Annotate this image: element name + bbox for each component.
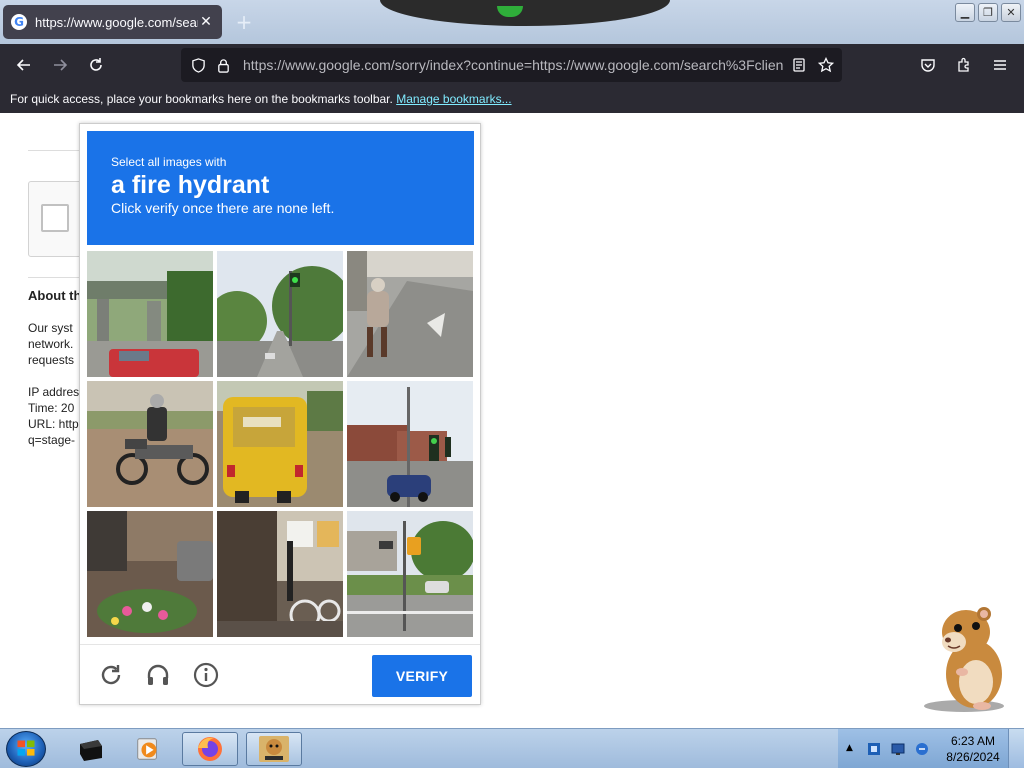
hamster-app-icon[interactable]: [246, 732, 302, 766]
bookmarks-hint-text: For quick access, place your bookmarks h…: [10, 92, 393, 106]
bookmarks-toolbar: For quick access, place your bookmarks h…: [0, 86, 1024, 113]
back-arrow-icon[interactable]: [11, 52, 37, 78]
navigation-toolbar: https://www.google.com/sorry/index?conti…: [0, 44, 1024, 86]
windows-taskbar: ▲ 6:23 AM 8/26/2024: [0, 728, 1024, 768]
address-bar[interactable]: https://www.google.com/sorry/index?conti…: [181, 48, 842, 82]
captcha-tile-9[interactable]: [347, 511, 473, 637]
tab-close-icon[interactable]: ✕: [198, 14, 214, 30]
recaptcha-challenge-dialog: Select all images with a fire hydrant Cl…: [79, 123, 481, 705]
hamburger-menu-icon[interactable]: [987, 52, 1013, 78]
restore-window-button[interactable]: ❐: [978, 3, 998, 22]
taskbar-clock[interactable]: 6:23 AM 8/26/2024: [940, 733, 1006, 765]
bookmark-star-icon[interactable]: [817, 56, 835, 73]
challenge-instruction: Select all images with: [111, 155, 227, 169]
titlebar-decoration: [380, 0, 670, 26]
show-desktop-button[interactable]: [1008, 729, 1024, 768]
extensions-puzzle-icon[interactable]: [951, 52, 977, 78]
media-player-icon[interactable]: [120, 732, 176, 766]
reload-icon[interactable]: [83, 52, 109, 78]
lock-icon[interactable]: [215, 57, 231, 73]
challenge-header: Select all images with a fire hydrant Cl…: [87, 131, 474, 245]
captcha-tile-3[interactable]: [347, 251, 473, 377]
captcha-tile-1[interactable]: [87, 251, 213, 377]
tray-app-icon[interactable]: [866, 741, 882, 761]
captcha-tile-2[interactable]: [217, 251, 343, 377]
browser-tab[interactable]: G https://www.google.com/search ✕: [3, 5, 222, 39]
start-button[interactable]: [6, 731, 46, 767]
browser-titlebar: G https://www.google.com/search ✕ + ▁ ❐ …: [0, 0, 1024, 44]
pocket-icon[interactable]: [915, 52, 941, 78]
challenge-hint: Click verify once there are none left.: [111, 200, 335, 216]
minimize-window-button[interactable]: ▁: [955, 3, 975, 22]
firefox-icon[interactable]: [182, 732, 238, 766]
terminal-icon[interactable]: [63, 732, 119, 766]
clock-time: 6:23 AM: [950, 734, 996, 748]
challenge-image-grid: [87, 251, 474, 638]
captcha-tile-8[interactable]: [217, 511, 343, 637]
verify-button[interactable]: VERIFY: [372, 655, 472, 697]
clock-date: 8/26/2024: [946, 750, 1000, 764]
forward-arrow-icon[interactable]: [47, 52, 73, 78]
manage-bookmarks-link[interactable]: Manage bookmarks...: [396, 92, 511, 106]
challenge-footer: VERIFY: [80, 644, 480, 704]
captcha-tile-6[interactable]: [347, 381, 473, 507]
recaptcha-checkbox[interactable]: [41, 204, 69, 232]
captcha-tile-5[interactable]: [217, 381, 343, 507]
screen: G https://www.google.com/search ✕ + ▁ ❐ …: [0, 0, 1024, 768]
captcha-tile-4[interactable]: [87, 381, 213, 507]
hamster-mascot-image: [918, 602, 1010, 712]
google-favicon-icon: G: [11, 14, 27, 30]
url-text[interactable]: https://www.google.com/sorry/index?conti…: [243, 57, 783, 73]
close-window-button[interactable]: ✕: [1001, 3, 1021, 22]
network-icon[interactable]: [890, 741, 906, 761]
help-info-icon[interactable]: [193, 662, 219, 688]
about-heading: About th: [28, 288, 82, 303]
captcha-tile-7[interactable]: [87, 511, 213, 637]
tab-title: https://www.google.com/search: [35, 14, 198, 30]
new-tab-plus-icon[interactable]: +: [232, 10, 256, 34]
reload-challenge-icon[interactable]: [98, 662, 124, 688]
tray-expand-arrow-icon[interactable]: ▲: [846, 743, 853, 753]
volume-icon[interactable]: [914, 741, 930, 761]
audio-challenge-headphones-icon[interactable]: [145, 662, 171, 688]
reader-view-icon[interactable]: [791, 57, 807, 73]
challenge-target: a fire hydrant: [111, 171, 270, 199]
tracking-protection-shield-icon[interactable]: [190, 57, 206, 73]
